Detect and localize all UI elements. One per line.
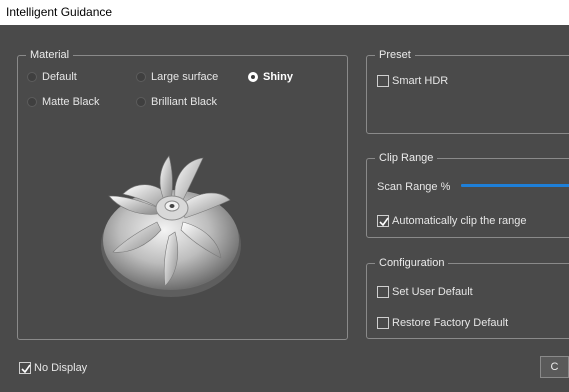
auto-clip-label: Automatically clip the range [392,215,527,227]
set-user-default-checkbox[interactable]: Set User Default [377,286,473,298]
material-option-label: Default [42,71,77,83]
smart-hdr-label: Smart HDR [392,75,449,87]
checkbox-box [377,317,389,329]
checkbox-box [377,286,389,298]
material-group-label: Material [26,48,74,62]
checkbox-box [377,215,389,227]
restore-factory-default-checkbox[interactable]: Restore Factory Default [377,317,508,329]
set-user-default-label: Set User Default [392,286,473,298]
radio-indicator [27,97,37,107]
restore-factory-default-label: Restore Factory Default [392,317,509,329]
material-option-label: Shiny [263,71,293,83]
checkbox-box [377,75,389,87]
window-title: Intelligent Guidance [6,5,113,19]
checkmark-icon [21,364,31,374]
footer-button-label: C [550,361,559,373]
material-option-brilliant-black[interactable]: Brilliant Black [136,96,217,108]
no-display-label: No Display [34,362,88,374]
configuration-group-label: Configuration [375,256,449,270]
material-preview-image [101,155,241,297]
material-option-label: Matte Black [42,96,100,108]
no-display-checkbox[interactable]: No Display [19,362,87,374]
material-option-default[interactable]: Default [27,71,77,83]
checkmark-icon [379,217,389,227]
radio-indicator [27,72,37,82]
smart-hdr-checkbox[interactable]: Smart HDR [377,75,448,87]
preset-group-label: Preset [375,48,415,62]
checkbox-box [19,362,31,374]
scan-range-slider[interactable] [461,184,569,187]
footer-button[interactable]: C [540,356,569,378]
radio-indicator [248,72,258,82]
material-option-large-surface[interactable]: Large surface [136,71,218,83]
material-option-label: Large surface [151,71,219,83]
auto-clip-checkbox[interactable]: Automatically clip the range [377,215,527,227]
clip-range-group-label: Clip Range [375,151,438,165]
scan-range-label: Scan Range % [377,181,451,193]
preset-group: Preset [366,48,569,134]
material-option-matte-black[interactable]: Matte Black [27,96,99,108]
material-option-shiny[interactable]: Shiny [248,71,293,83]
radio-indicator [136,72,146,82]
material-option-label: Brilliant Black [151,96,218,108]
title-bar: Intelligent Guidance [0,0,569,25]
radio-indicator [136,97,146,107]
